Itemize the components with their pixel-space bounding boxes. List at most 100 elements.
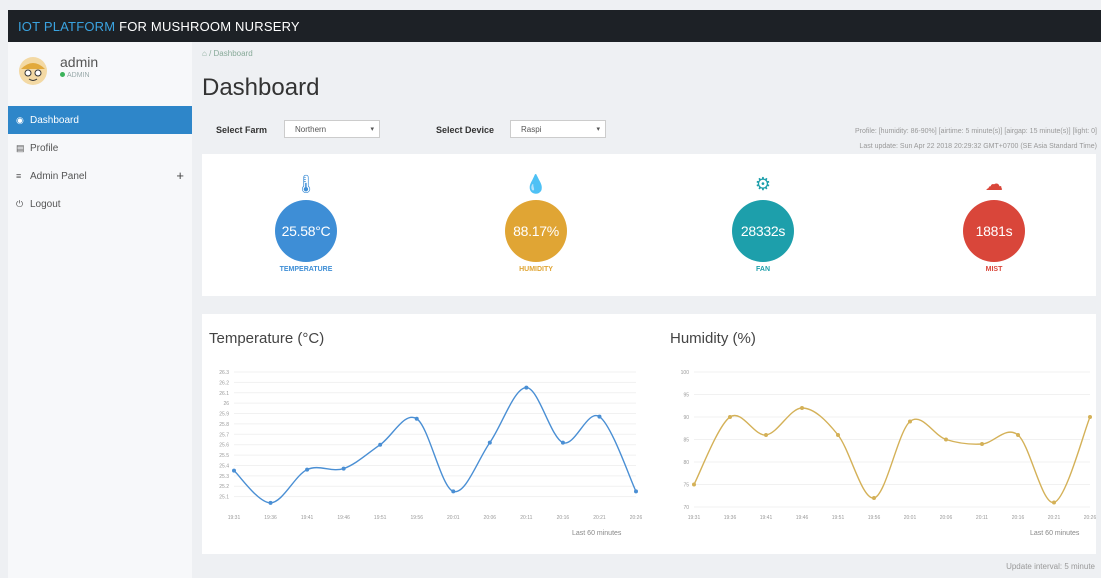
device-select-label: Select Device (436, 125, 495, 135)
sensor-mist: ☁ 1881s MIST (934, 154, 1054, 273)
page-title: Dashboard (202, 74, 320, 101)
y-tick-label: 100 (681, 370, 690, 376)
sensor-temperature: 🌡 25.58°C TEMPERATURE (246, 154, 366, 273)
device-select[interactable]: Raspi ▾ (510, 120, 606, 138)
humidity-chart: 70 75 80 85 90 95 100 19:31 19:36 19:41 19:46 19:51… (681, 370, 1096, 521)
data-point[interactable] (1016, 433, 1020, 437)
fan-label: FAN (756, 266, 770, 273)
x-tick-label: 19:36 (264, 515, 277, 521)
x-tick-label: 19:51 (374, 515, 387, 521)
water-drop-icon: 💧 (524, 174, 548, 194)
y-tick-label: 25.8 (219, 422, 229, 428)
humidity-chart-title: Humidity (%) (670, 330, 756, 347)
x-tick-label: 20:26 (1084, 515, 1096, 521)
x-tick-label: 20:11 (520, 515, 532, 521)
data-point[interactable] (560, 440, 565, 445)
fan-gauge: 28332s (732, 200, 794, 262)
data-point[interactable] (1052, 500, 1056, 505)
data-point[interactable] (268, 500, 273, 505)
y-tick-label: 25.4 (219, 463, 229, 469)
y-tick-label: 26.2 (219, 380, 229, 386)
x-tick-label: 20:16 (1012, 515, 1025, 521)
series-line (233, 386, 637, 504)
farm-select-label: Select Farm (216, 125, 268, 135)
cloud-icon: ☁ (985, 174, 1003, 194)
power-icon: ⏻ (16, 199, 24, 209)
data-point[interactable] (305, 467, 310, 472)
sensor-fan: ⚙ 28332s FAN (703, 154, 823, 273)
data-point[interactable] (872, 496, 876, 500)
farm-select[interactable]: Northern ▾ (284, 120, 380, 138)
data-point[interactable] (378, 442, 383, 447)
y-tick-label: 90 (683, 415, 689, 421)
x-tick-label: 19:41 (760, 515, 773, 521)
avatar (19, 57, 47, 85)
online-status-icon (60, 72, 65, 77)
data-point[interactable] (836, 433, 840, 437)
x-tick-label: 19:36 (724, 515, 737, 521)
series-line (693, 407, 1091, 504)
data-point[interactable] (487, 440, 492, 445)
y-tick-label: 85 (683, 438, 689, 444)
humidity-label: HUMIDITY (519, 266, 553, 273)
sidebar-nav: ◉ Dashboard ▤ Profile ≡ Admin Panel + ⏻ Logo… (8, 106, 192, 218)
y-tick-label: 26.1 (219, 391, 229, 397)
data-point[interactable] (232, 468, 236, 473)
sensor-panel: 🌡 25.58°C TEMPERATURE 💧 88.17% HUMIDITY … (202, 154, 1096, 296)
user-role: ADMIN (60, 72, 90, 79)
data-point[interactable] (692, 482, 696, 487)
sidebar: admin ADMIN ◉ Dashboard ▤ Profile ≡ Admin P… (8, 42, 192, 578)
x-tick-label: 19:46 (796, 515, 809, 521)
data-point[interactable] (524, 385, 529, 390)
charts-panel: Temperature (°C) 25.1 25.2 25.3 25.4 25.5 25.… (202, 314, 1096, 554)
sensor-humidity: 💧 88.17% HUMIDITY (476, 154, 596, 273)
caret-down-icon: ▾ (596, 126, 600, 133)
y-tick-label: 26.3 (219, 370, 229, 376)
user-name: admin (60, 54, 99, 70)
data-point[interactable] (414, 416, 419, 421)
expand-plus-icon[interactable]: + (176, 162, 184, 190)
data-point[interactable] (634, 489, 638, 494)
temperature-chart: 25.1 25.2 25.3 25.4 25.5 25.6 25.7 25.8 25.9 26 26… (219, 370, 642, 521)
sidebar-item-profile[interactable]: ▤ Profile (8, 134, 192, 162)
sidebar-item-dashboard[interactable]: ◉ Dashboard (8, 106, 192, 134)
x-tick-label: 20:01 (447, 515, 460, 521)
x-tick-label: 19:56 (868, 515, 881, 521)
y-tick-label: 25.5 (219, 453, 229, 459)
profile-info: Profile: [humidity: 86-90%] [airtime: 5 … (855, 124, 1097, 154)
data-point[interactable] (764, 433, 768, 437)
profile-line: Profile: [humidity: 86-90%] [airtime: 5 … (855, 128, 1097, 135)
temperature-chart-footer: Last 60 minutes (572, 530, 622, 537)
x-tick-label: 20:01 (904, 515, 917, 521)
home-icon[interactable]: ⌂ (202, 49, 207, 58)
sidebar-item-logout[interactable]: ⏻ Logout (8, 190, 192, 218)
data-point[interactable] (728, 415, 732, 419)
data-point[interactable] (944, 437, 948, 442)
app-brand[interactable]: IOT PLATFORM FOR MUSHROOM NURSERY (18, 19, 300, 34)
y-tick-label: 25.3 (219, 474, 229, 480)
y-tick-label: 25.1 (219, 495, 229, 501)
dashboard-icon: ◉ (16, 115, 24, 125)
y-tick-label: 26 (223, 401, 229, 407)
mist-label: MIST (985, 266, 1003, 273)
data-point[interactable] (597, 414, 602, 419)
data-point[interactable] (451, 489, 456, 494)
x-tick-label: 19:41 (301, 515, 314, 521)
temperature-label: TEMPERATURE (279, 266, 333, 273)
data-point[interactable] (1088, 415, 1092, 419)
x-tick-label: 20:26 (630, 515, 642, 521)
data-point[interactable] (800, 406, 804, 410)
update-interval: Update interval: 5 minute (1006, 562, 1095, 571)
x-tick-label: 19:56 (410, 515, 423, 521)
mist-gauge: 1881s (963, 200, 1025, 262)
x-tick-label: 20:16 (557, 515, 570, 521)
calendar-icon: ▤ (16, 143, 25, 153)
data-point[interactable] (980, 442, 984, 446)
main-content: ⌂ / Dashboard Dashboard Select Farm Nort… (196, 42, 1101, 578)
y-tick-label: 25.9 (219, 412, 229, 418)
sidebar-item-admin-panel[interactable]: ≡ Admin Panel + (8, 162, 192, 190)
data-point[interactable] (341, 466, 346, 471)
data-point[interactable] (908, 419, 912, 424)
humidity-gauge: 88.17% (505, 200, 567, 262)
y-tick-label: 25.2 (219, 484, 229, 490)
